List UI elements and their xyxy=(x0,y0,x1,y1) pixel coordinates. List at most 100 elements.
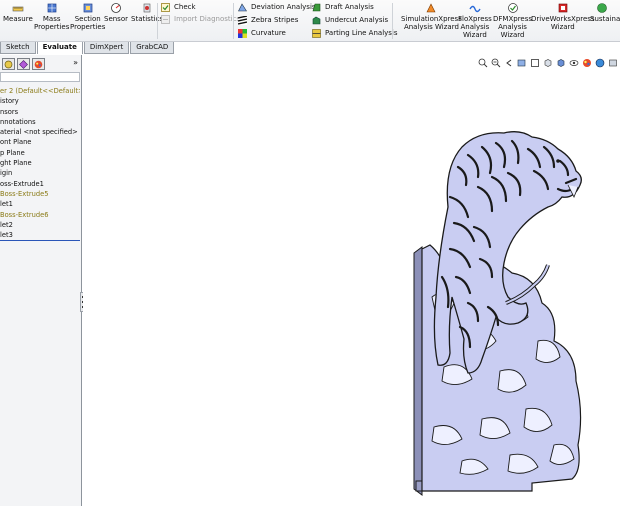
tab-grabcad[interactable]: GrabCAD xyxy=(130,42,175,54)
undercut-analysis-button[interactable]: Undercut Analysis xyxy=(312,16,388,25)
simulationxpress-button[interactable]: SimulationXpress Analysis Wizard xyxy=(401,2,462,31)
tree-item[interactable]: nnotations xyxy=(0,117,80,127)
dynamic-annotation-icon[interactable] xyxy=(530,58,540,68)
zoom-to-fit-icon[interactable] xyxy=(478,58,488,68)
deviation-analysis-label: Deviation Analysis xyxy=(251,3,316,11)
check-label: Check xyxy=(174,3,196,11)
apply-scene-icon[interactable] xyxy=(595,58,605,68)
sensor-button[interactable]: Sensor xyxy=(104,2,128,23)
dfmxpress-icon xyxy=(507,3,518,13)
appearance-manager-tab[interactable] xyxy=(32,58,45,70)
driveworksxpress-icon xyxy=(558,3,568,13)
zebra-stripes-icon xyxy=(238,16,247,25)
feature-manager-panel: » er 2 (Default<<Default>_Distorynsorsnn… xyxy=(0,55,85,506)
section-view-icon[interactable] xyxy=(517,58,527,68)
parting-line-analysis-label: Parting Line Analysis xyxy=(325,29,398,37)
deviation-analysis-icon xyxy=(238,3,247,12)
mass-properties-icon xyxy=(47,3,57,13)
tree-item[interactable]: aterial <not specified> xyxy=(0,127,80,137)
draft-analysis-icon xyxy=(312,3,321,12)
feature-manager-tab[interactable] xyxy=(2,58,15,70)
mass-properties-button[interactable]: Mass Properties xyxy=(34,2,69,31)
tree-filter-box[interactable] xyxy=(0,72,80,82)
tiger-model[interactable] xyxy=(408,127,618,503)
dfmxpress-button[interactable]: DFMXpress Analysis Wizard xyxy=(493,2,532,39)
curvature-icon xyxy=(238,29,247,38)
command-manager-tabs: Sketch Evaluate DimXpert GrabCAD xyxy=(0,42,175,54)
panel-tab-icons xyxy=(0,58,80,70)
heads-up-view-toolbar xyxy=(475,58,618,68)
feature-tree: er 2 (Default<<Default>_Distorynsorsnnot… xyxy=(0,86,80,240)
floxpress-label: FloXpress Analysis Wizard xyxy=(458,15,492,39)
tree-item[interactable]: Boss-Extrude5 xyxy=(0,189,80,199)
configuration-icon xyxy=(19,59,28,69)
curvature-label: Curvature xyxy=(251,29,286,37)
mass-properties-label: Mass Properties xyxy=(34,15,70,31)
view-settings-icon[interactable] xyxy=(608,58,618,68)
statistics-label: Statistics xyxy=(131,15,163,23)
tree-item[interactable]: nsors xyxy=(0,107,80,117)
driveworksxpress-button[interactable]: DriveWorksXpress Wizard xyxy=(531,2,595,31)
sustainability-button[interactable]: Sustainab xyxy=(590,2,620,23)
configuration-manager-tab[interactable] xyxy=(17,58,30,70)
tab-evaluate[interactable]: Evaluate xyxy=(36,42,83,54)
floxpress-button[interactable]: FloXpress Analysis Wizard xyxy=(458,2,492,39)
tree-item[interactable]: ont Plane xyxy=(0,137,80,147)
view-orientation-icon[interactable] xyxy=(543,58,553,68)
check-button[interactable]: Check xyxy=(161,3,196,12)
undercut-analysis-icon xyxy=(312,16,321,25)
driveworksxpress-label: DriveWorksXpress Wizard xyxy=(531,15,595,31)
tree-item[interactable]: istory xyxy=(0,96,80,106)
statistics-icon xyxy=(143,3,151,13)
parting-line-analysis-button[interactable]: Parting Line Analysis xyxy=(312,29,398,38)
tree-item[interactable]: let1 xyxy=(0,199,80,209)
import-diagnostics-icon xyxy=(161,15,170,24)
section-properties-label: Section Properties xyxy=(70,15,106,31)
simulationxpress-label: SimulationXpress Analysis Wizard xyxy=(401,15,462,31)
appearance-icon xyxy=(34,60,43,68)
collapse-panel-icon[interactable]: » xyxy=(73,58,78,68)
zebra-stripes-label: Zebra Stripes xyxy=(251,16,299,24)
sustainability-label: Sustainab xyxy=(590,15,620,23)
ribbon-separator xyxy=(392,3,393,39)
hide-show-items-icon[interactable] xyxy=(569,58,579,68)
sustainability-icon xyxy=(597,3,607,13)
display-style-icon[interactable] xyxy=(556,58,566,68)
deviation-analysis-button[interactable]: Deviation Analysis xyxy=(238,3,316,12)
import-diagnostics-button[interactable]: Import Diagnostics xyxy=(161,15,240,24)
zoom-area-icon[interactable] xyxy=(491,58,501,68)
ribbon-separator xyxy=(157,3,158,39)
tree-item[interactable]: let2 xyxy=(0,220,80,230)
section-properties-icon xyxy=(83,3,93,13)
sensor-icon xyxy=(111,3,121,13)
statistics-button[interactable]: Statistics xyxy=(131,2,163,23)
measure-button[interactable]: Measure xyxy=(3,2,33,23)
previous-view-icon[interactable] xyxy=(504,58,514,68)
tree-item[interactable]: oss-Extrude1 xyxy=(0,179,80,189)
measure-label: Measure xyxy=(3,15,33,23)
tab-dimxpert[interactable]: DimXpert xyxy=(83,42,130,54)
measure-icon xyxy=(12,6,24,12)
import-diagnostics-label: Import Diagnostics xyxy=(174,15,241,23)
draft-analysis-button[interactable]: Draft Analysis xyxy=(312,3,374,12)
curvature-button[interactable]: Curvature xyxy=(238,29,286,38)
tree-item[interactable]: p Plane xyxy=(0,148,80,158)
sensor-label: Sensor xyxy=(104,15,128,23)
tree-item[interactable]: igin xyxy=(0,168,80,178)
tree-item[interactable]: er 2 (Default<<Default>_D xyxy=(0,86,80,96)
zebra-stripes-button[interactable]: Zebra Stripes xyxy=(238,16,298,25)
rollback-bar[interactable] xyxy=(0,240,80,241)
tree-item[interactable]: Boss-Extrude6 xyxy=(0,210,80,220)
edit-appearance-icon[interactable] xyxy=(582,58,592,68)
ribbon-separator xyxy=(233,3,234,39)
tree-item[interactable]: ght Plane xyxy=(0,158,80,168)
dfmxpress-label: DFMXpress Analysis Wizard xyxy=(493,15,533,39)
simulationxpress-icon xyxy=(426,3,436,13)
check-icon xyxy=(161,3,170,12)
undercut-analysis-label: Undercut Analysis xyxy=(325,16,389,24)
tree-item[interactable]: let3 xyxy=(0,230,80,240)
tab-sketch[interactable]: Sketch xyxy=(0,42,36,54)
section-properties-button[interactable]: Section Properties xyxy=(70,2,105,31)
graphics-area[interactable] xyxy=(83,55,620,506)
command-manager-ribbon: Measure Mass Properties Section Properti… xyxy=(0,0,620,42)
